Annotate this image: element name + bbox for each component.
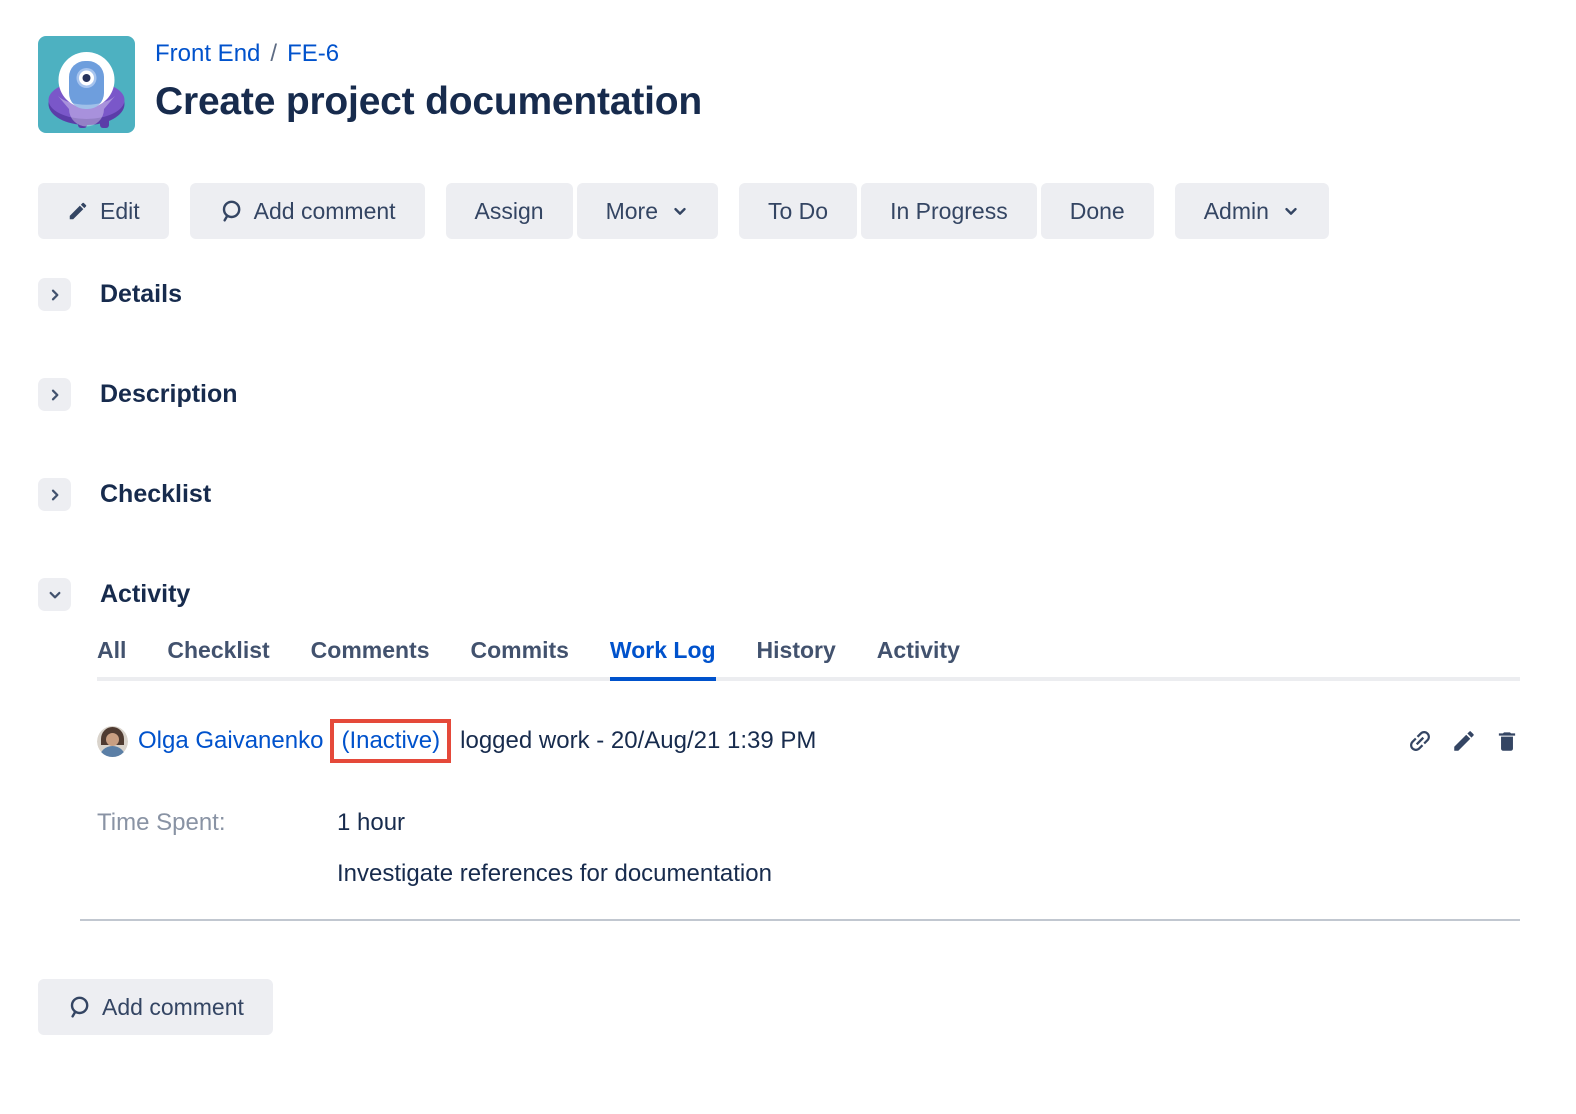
description-expand-toggle[interactable] xyxy=(38,378,71,411)
checklist-expand-toggle[interactable] xyxy=(38,478,71,511)
section-checklist: Checklist xyxy=(38,478,1520,511)
assign-button-group: Assign More xyxy=(446,183,718,239)
todo-button[interactable]: To Do xyxy=(739,183,857,239)
pencil-icon xyxy=(67,200,89,222)
activity-panel: All Checklist Comments Commits Work Log … xyxy=(97,637,1520,921)
worklog-actions xyxy=(1406,727,1520,755)
section-description: Description xyxy=(38,378,1520,411)
tab-history[interactable]: History xyxy=(757,637,836,681)
tab-all[interactable]: All xyxy=(97,637,126,681)
done-button[interactable]: Done xyxy=(1041,183,1154,239)
worklog-entry-header: Olga Gaivanenko (Inactive) logged work -… xyxy=(97,719,1520,763)
chevron-right-icon xyxy=(47,487,63,503)
workflow-button-group: To Do In Progress Done xyxy=(739,183,1154,239)
avatar-photo xyxy=(97,726,128,757)
toolbar: Edit Add comment Assign More To Do xyxy=(38,183,1520,239)
worklog-time-spent-row: Time Spent: 1 hour xyxy=(97,809,1520,837)
activity-section-label: Activity xyxy=(100,580,190,609)
activity-collapse-toggle[interactable] xyxy=(38,578,71,611)
footer-bar: Add comment xyxy=(38,979,1520,1035)
edit-button-label: Edit xyxy=(100,198,140,225)
issue-header: Front End / FE-6 Create project document… xyxy=(38,36,1520,133)
worklog-divider xyxy=(80,919,1520,921)
add-comment-button-label: Add comment xyxy=(254,198,396,225)
edit-worklog-button[interactable] xyxy=(1451,728,1477,754)
add-comment-footer-button[interactable]: Add comment xyxy=(38,979,273,1035)
page-title: Create project documentation xyxy=(155,80,702,124)
more-button-label: More xyxy=(606,198,658,225)
more-button[interactable]: More xyxy=(577,183,718,239)
assign-button-label: Assign xyxy=(475,198,544,225)
breadcrumb-project-link[interactable]: Front End xyxy=(155,40,260,68)
comment-bubble-icon xyxy=(219,199,243,223)
tab-checklist[interactable]: Checklist xyxy=(167,637,269,681)
details-section-label: Details xyxy=(100,280,182,309)
project-avatar xyxy=(38,36,135,133)
checklist-section-label: Checklist xyxy=(100,480,211,509)
activity-tabs: All Checklist Comments Commits Work Log … xyxy=(97,637,1520,681)
section-list: Details Description Checklist xyxy=(38,278,1520,921)
tab-activity[interactable]: Activity xyxy=(877,637,960,681)
pencil-icon xyxy=(1451,728,1477,754)
edit-button[interactable]: Edit xyxy=(38,183,169,239)
trash-icon xyxy=(1494,728,1520,754)
worklog-description: Investigate references for documentation xyxy=(337,860,1520,888)
chevron-down-icon xyxy=(671,202,689,220)
chevron-right-icon xyxy=(47,287,63,303)
inactive-status-annotation: (Inactive) xyxy=(330,719,451,763)
admin-button[interactable]: Admin xyxy=(1175,183,1329,239)
assign-button[interactable]: Assign xyxy=(446,183,573,239)
details-expand-toggle[interactable] xyxy=(38,278,71,311)
worklog-author-link[interactable]: Olga Gaivanenko xyxy=(138,727,323,755)
worklog-author-status[interactable]: (Inactive) xyxy=(341,727,440,754)
in-progress-button-label: In Progress xyxy=(890,198,1008,225)
alien-ufo-icon xyxy=(38,36,135,133)
tab-work-log[interactable]: Work Log xyxy=(610,637,716,681)
add-comment-footer-label: Add comment xyxy=(102,994,244,1021)
chevron-down-icon xyxy=(47,587,63,603)
user-avatar[interactable] xyxy=(97,726,128,757)
time-spent-value: 1 hour xyxy=(337,809,405,837)
section-details: Details xyxy=(38,278,1520,311)
permalink-button[interactable] xyxy=(1406,727,1434,755)
in-progress-button[interactable]: In Progress xyxy=(861,183,1037,239)
section-activity: Activity xyxy=(38,578,1520,611)
comment-bubble-icon xyxy=(67,995,91,1019)
done-button-label: Done xyxy=(1070,198,1125,225)
add-comment-button[interactable]: Add comment xyxy=(190,183,425,239)
breadcrumb-separator: / xyxy=(270,40,277,68)
chevron-right-icon xyxy=(47,387,63,403)
time-spent-label: Time Spent: xyxy=(97,809,337,837)
worklog-action-text: logged work - 20/Aug/21 1:39 PM xyxy=(460,727,816,755)
admin-button-label: Admin xyxy=(1204,198,1269,225)
breadcrumb: Front End / FE-6 xyxy=(155,40,702,68)
chevron-down-icon xyxy=(1282,202,1300,220)
tab-commits[interactable]: Commits xyxy=(471,637,569,681)
link-icon xyxy=(1406,727,1434,755)
breadcrumb-issue-link[interactable]: FE-6 xyxy=(287,40,339,68)
delete-worklog-button[interactable] xyxy=(1494,728,1520,754)
tab-comments[interactable]: Comments xyxy=(311,637,430,681)
description-section-label: Description xyxy=(100,380,238,409)
header-text: Front End / FE-6 Create project document… xyxy=(155,36,702,124)
issue-page: Front End / FE-6 Create project document… xyxy=(0,0,1576,1114)
todo-button-label: To Do xyxy=(768,198,828,225)
